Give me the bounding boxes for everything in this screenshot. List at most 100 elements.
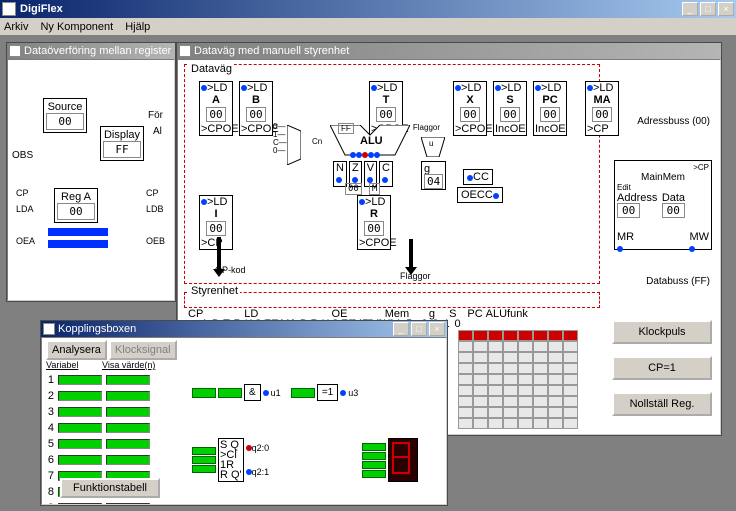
cp1-button[interactable]: CP=1 bbox=[612, 356, 712, 380]
green-block[interactable] bbox=[192, 447, 216, 455]
mem-cell[interactable] bbox=[548, 385, 563, 396]
mem-cell[interactable] bbox=[458, 352, 473, 363]
mem-cell[interactable] bbox=[458, 385, 473, 396]
mem-cell[interactable] bbox=[458, 407, 473, 418]
mem-cell[interactable] bbox=[548, 374, 563, 385]
mem-cell[interactable] bbox=[488, 330, 503, 341]
nollstall-button[interactable]: Nollställ Reg. bbox=[612, 392, 712, 416]
kop-value-bar[interactable] bbox=[106, 439, 150, 449]
mem-cell[interactable] bbox=[548, 341, 563, 352]
reg-a[interactable]: Reg A 00 bbox=[54, 188, 98, 223]
display-register[interactable]: Display FF bbox=[100, 126, 144, 161]
reg-B[interactable]: >LD B 00 >CPOE bbox=[239, 81, 273, 136]
mem-cell[interactable] bbox=[473, 418, 488, 429]
kop-variable-bar[interactable] bbox=[58, 391, 102, 401]
reg-A[interactable]: >LD A 00 >CPOE bbox=[199, 81, 233, 136]
green-block[interactable] bbox=[218, 388, 242, 398]
kop-variable-bar[interactable] bbox=[58, 407, 102, 417]
mem-cell[interactable] bbox=[563, 374, 578, 385]
green-block[interactable] bbox=[362, 470, 386, 478]
mem-cell[interactable] bbox=[503, 330, 518, 341]
mem-cell[interactable] bbox=[518, 341, 533, 352]
green-block[interactable] bbox=[362, 461, 386, 469]
mem-cell[interactable] bbox=[458, 341, 473, 352]
minimize-button[interactable]: _ bbox=[682, 2, 698, 16]
menu-nykomponent[interactable]: Ny Komponent bbox=[40, 21, 113, 33]
green-block[interactable] bbox=[362, 443, 386, 451]
mem-cell[interactable] bbox=[548, 363, 563, 374]
mem-cell[interactable] bbox=[533, 374, 548, 385]
and-gate[interactable]: & bbox=[244, 384, 261, 401]
green-block[interactable] bbox=[192, 388, 216, 398]
close-button[interactable]: × bbox=[718, 2, 734, 16]
reg-S[interactable]: >LD S 00 IncOE bbox=[493, 81, 527, 136]
source-register[interactable]: Source 00 bbox=[43, 98, 87, 133]
mainmem-edit[interactable]: Edit bbox=[617, 183, 709, 192]
mem-cell[interactable] bbox=[563, 407, 578, 418]
mem-cell[interactable] bbox=[473, 396, 488, 407]
mem-cell[interactable] bbox=[503, 418, 518, 429]
xor-gate[interactable]: =1 bbox=[317, 384, 338, 401]
mem-cell[interactable] bbox=[503, 407, 518, 418]
logic-diagram[interactable]: & u1 =1 u3 bbox=[192, 378, 442, 500]
green-block[interactable] bbox=[291, 388, 315, 398]
kop-value-bar[interactable] bbox=[106, 503, 150, 505]
mem-cell[interactable] bbox=[533, 407, 548, 418]
funktionstabell-button[interactable]: Funktionstabell bbox=[60, 478, 160, 498]
datavag-titlebar[interactable]: Dataväg med manuell styrenhet bbox=[177, 43, 721, 59]
mem-cell[interactable] bbox=[488, 418, 503, 429]
mem-cell[interactable] bbox=[488, 363, 503, 374]
mem-cell[interactable] bbox=[518, 363, 533, 374]
mux-block[interactable] bbox=[287, 125, 301, 165]
mem-cell[interactable] bbox=[548, 330, 563, 341]
mem-cell[interactable] bbox=[458, 330, 473, 341]
mem-cell[interactable] bbox=[503, 341, 518, 352]
kop-variable-bar[interactable] bbox=[58, 455, 102, 465]
mem-cell[interactable] bbox=[488, 352, 503, 363]
mem-cell[interactable] bbox=[533, 341, 548, 352]
mem-cell[interactable] bbox=[488, 374, 503, 385]
kopplingsboxen-window[interactable]: Kopplingsboxen _ □ × Analysera Klocksign… bbox=[40, 320, 448, 506]
mem-cell[interactable] bbox=[518, 385, 533, 396]
kop-value-bar[interactable] bbox=[106, 375, 150, 385]
mem-cell[interactable] bbox=[533, 363, 548, 374]
mem-cell[interactable] bbox=[503, 385, 518, 396]
mem-cell[interactable] bbox=[533, 396, 548, 407]
mem-cell[interactable] bbox=[518, 330, 533, 341]
mem-cell[interactable] bbox=[488, 385, 503, 396]
mem-cell[interactable] bbox=[563, 352, 578, 363]
seven-segment[interactable] bbox=[388, 438, 418, 482]
reg-PC[interactable]: >LD PC 00 IncOE bbox=[533, 81, 567, 136]
kopplingsboxen-titlebar[interactable]: Kopplingsboxen _ □ × bbox=[41, 321, 447, 337]
memory-grid[interactable] bbox=[458, 330, 578, 429]
kop-variable-bar[interactable] bbox=[58, 439, 102, 449]
kop-value-bar[interactable] bbox=[106, 391, 150, 401]
mem-cell[interactable] bbox=[563, 396, 578, 407]
mem-cell[interactable] bbox=[458, 374, 473, 385]
green-block[interactable] bbox=[362, 452, 386, 460]
mem-cell[interactable] bbox=[503, 374, 518, 385]
mem-cell[interactable] bbox=[548, 352, 563, 363]
mem-cell[interactable] bbox=[488, 341, 503, 352]
mem-cell[interactable] bbox=[518, 374, 533, 385]
reg-MA[interactable]: >LD MA 00 >CP bbox=[585, 81, 619, 136]
klockpuls-button[interactable]: Klockpuls bbox=[612, 320, 712, 344]
child-close-button[interactable]: × bbox=[429, 322, 445, 336]
analysera-button[interactable]: Analysera bbox=[46, 340, 107, 360]
green-block[interactable] bbox=[192, 465, 216, 473]
dataoverforing-window[interactable]: Dataöverföring mellan register Source 00… bbox=[6, 42, 176, 302]
mem-cell[interactable] bbox=[473, 352, 488, 363]
mem-cell[interactable] bbox=[533, 418, 548, 429]
mem-cell[interactable] bbox=[548, 396, 563, 407]
reg-R[interactable]: >LD R 00 >CPOE bbox=[357, 195, 391, 250]
menu-arkiv[interactable]: Arkiv bbox=[4, 21, 28, 33]
green-block[interactable] bbox=[192, 456, 216, 464]
mem-cell[interactable] bbox=[458, 363, 473, 374]
mem-cell[interactable] bbox=[518, 396, 533, 407]
kop-variable-bar[interactable] bbox=[58, 423, 102, 433]
kop-value-bar[interactable] bbox=[106, 407, 150, 417]
mem-cell[interactable] bbox=[488, 396, 503, 407]
menu-hjalp[interactable]: Hjälp bbox=[125, 21, 150, 33]
kop-variable-bar[interactable] bbox=[58, 503, 102, 505]
mem-cell[interactable] bbox=[458, 418, 473, 429]
